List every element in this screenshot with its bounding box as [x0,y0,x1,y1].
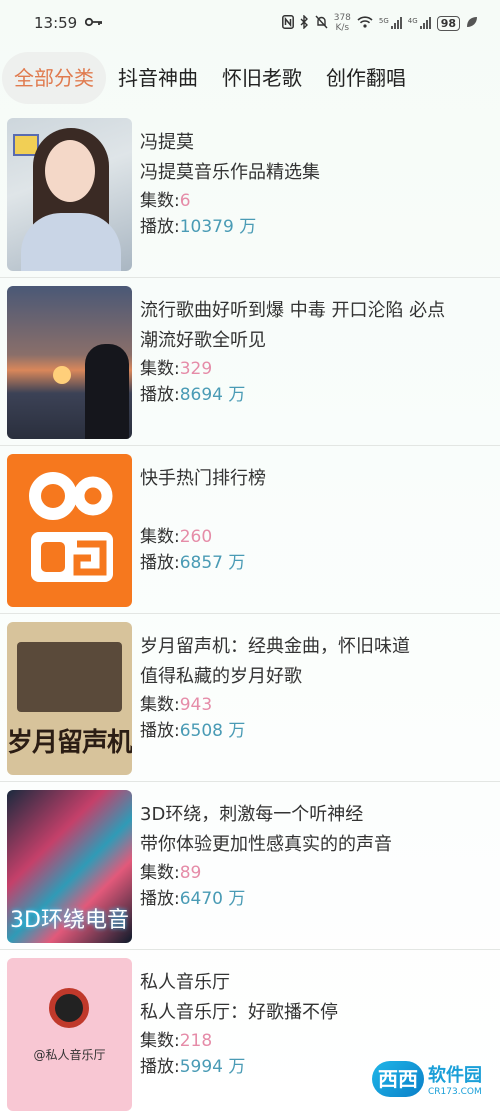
cover-text: @私人音乐厅 [33,1048,106,1062]
speed-unit: K/s [335,23,350,33]
list-item[interactable]: 流行歌曲好听到爆 中毒 开口沦陷 必点 潮流好歌全听见 集数:329 播放:86… [0,278,500,446]
item-title: 流行歌曲好听到爆 中毒 开口沦陷 必点 [140,300,446,321]
battery-indicator: 98 [436,15,460,31]
list-item[interactable]: 冯提莫 冯提莫音乐作品精选集 集数:6 播放:10379 万 [0,110,500,278]
item-title: 3D环绕，刺激每一个听神经 [140,804,364,825]
network-speed: 378 K/s [334,13,351,33]
bluetooth-icon [300,13,309,32]
item-count: 集数:6 [140,191,191,211]
item-subtitle: 潮流好歌全听见 [140,330,266,351]
item-info: 冯提莫 冯提莫音乐作品精选集 集数:6 播放:10379 万 [140,128,492,240]
cover-image: 3D环绕电音 [7,790,132,943]
mute-bell-icon [315,15,328,32]
item-count: 集数:943 [140,695,213,715]
item-plays: 播放:6470 万 [140,889,246,909]
cover-image [7,118,132,271]
item-plays: 播放:8694 万 [140,385,246,405]
key-icon [85,16,103,30]
item-subtitle: 值得私藏的岁月好歌 [140,666,302,687]
wifi-icon [357,15,373,31]
tab-douyin-hits[interactable]: 抖音神曲 [106,52,210,104]
cover-image: @私人音乐厅 [7,958,132,1111]
item-subtitle [140,494,492,524]
item-info: 流行歌曲好听到爆 中毒 开口沦陷 必点 潮流好歌全听见 集数:329 播放:86… [140,296,492,408]
watermark-url: CR173.COM [428,1087,482,1097]
item-count: 集数:218 [140,1031,213,1051]
tab-covers[interactable]: 创作翻唱 [314,52,418,104]
cover-text: 3D环绕电音 [10,908,129,933]
item-title: 岁月留声机：经典金曲，怀旧味道 [140,636,410,657]
nfc-icon [281,14,294,32]
clock: 13:59 [34,14,78,32]
cover-image: 岁月留声机 [7,622,132,775]
signal-5g-icon: 5G [379,17,402,29]
category-tabs: 全部分类 抖音神曲 怀旧老歌 创作翻唱 [0,46,500,110]
list-item[interactable]: 快手热门排行榜 集数:260 播放:6857 万 [0,446,500,614]
item-info: 岁月留声机：经典金曲，怀旧味道 值得私藏的岁月好歌 集数:943 播放:6508… [140,632,492,744]
item-count: 集数:329 [140,359,213,379]
item-plays: 播放:6857 万 [140,553,246,573]
record-icon [49,988,89,1028]
item-subtitle: 私人音乐厅：好歌播不停 [140,1002,338,1023]
watermark-title: 软件园 [428,1065,482,1086]
item-count: 集数:89 [140,863,202,883]
list-item[interactable]: 3D环绕电音 3D环绕，刺激每一个听神经 带你体验更加性感真实的的声音 集数:8… [0,782,500,950]
item-count: 集数:260 [140,527,213,547]
list-item[interactable]: 岁月留声机 岁月留声机：经典金曲，怀旧味道 值得私藏的岁月好歌 集数:943 播… [0,614,500,782]
item-plays: 播放:6508 万 [140,721,246,741]
item-info: 快手热门排行榜 集数:260 播放:6857 万 [140,464,492,576]
playlist-list: 冯提莫 冯提莫音乐作品精选集 集数:6 播放:10379 万 流行歌曲好听到爆 … [0,110,500,1111]
tab-all-categories[interactable]: 全部分类 [2,52,106,104]
status-bar: 13:59 378 K/s 5G 4G 98 [0,0,500,46]
signal-4g-icon: 4G [408,17,431,29]
watermark-text: 软件园 CR173.COM [428,1061,482,1097]
watermark-logo: 西西 [372,1061,424,1097]
cover-image [7,286,132,439]
status-right: 378 K/s 5G 4G 98 [281,13,478,33]
tab-oldies[interactable]: 怀旧老歌 [210,52,314,104]
item-title: 快手热门排行榜 [140,468,266,489]
item-title: 冯提莫 [140,132,194,153]
item-plays: 播放:10379 万 [140,217,257,237]
speed-value: 378 [333,13,351,23]
cover-text: 岁月留声机 [7,728,132,758]
kuaishou-logo [7,454,132,607]
item-subtitle: 带你体验更加性感真实的的声音 [140,834,392,855]
item-subtitle: 冯提莫音乐作品精选集 [140,162,320,183]
status-left: 13:59 [34,14,103,32]
watermark: 西西 软件园 CR173.COM [372,1061,482,1097]
item-info: 3D环绕，刺激每一个听神经 带你体验更加性感真实的的声音 集数:89 播放:64… [140,800,492,912]
item-title: 私人音乐厅 [140,972,230,993]
leaf-icon [466,16,478,31]
